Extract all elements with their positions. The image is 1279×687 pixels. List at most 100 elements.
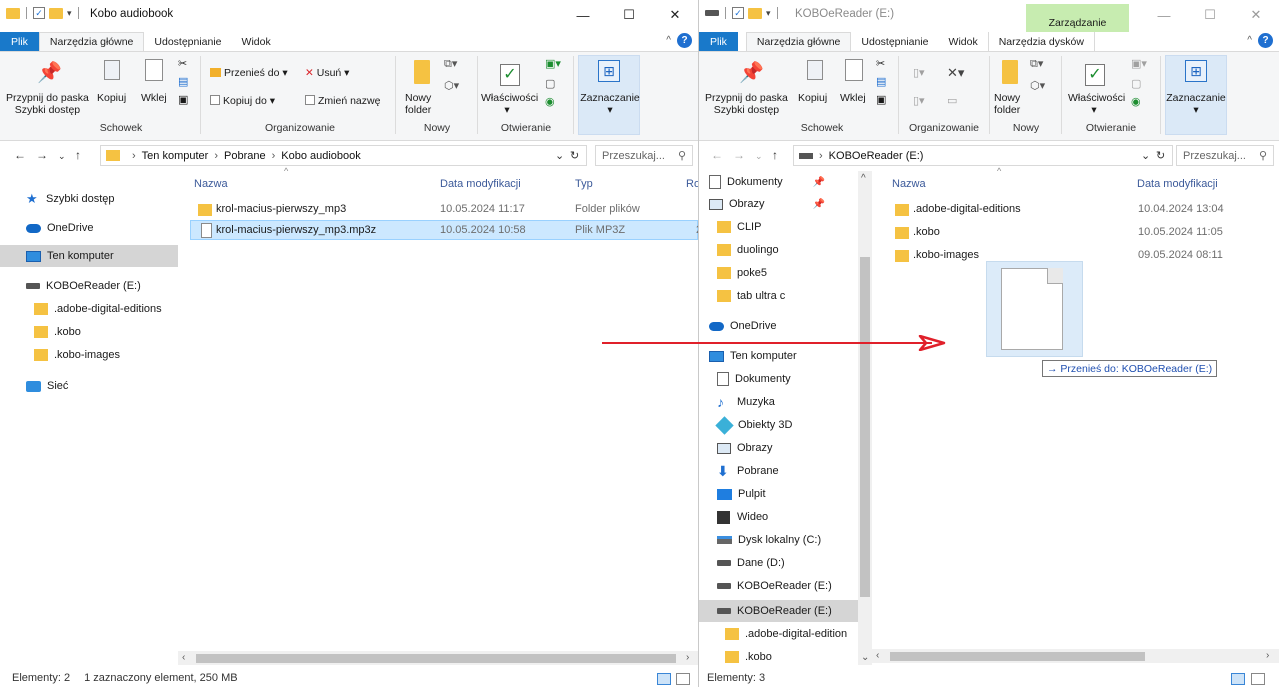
history-icon[interactable]: ◉ (1131, 96, 1141, 108)
nav-vertical-scrollbar[interactable]: ^ ⌄ (858, 171, 872, 665)
address-dropdown-icon[interactable]: ⌄ (555, 149, 564, 162)
properties-button[interactable]: Właściwości ▾ (1068, 92, 1125, 116)
select-button[interactable]: Zaznaczanie ▾ (1166, 92, 1226, 116)
cut-icon[interactable]: ✂ (178, 58, 187, 70)
collapse-ribbon-icon[interactable]: ^ (1247, 35, 1252, 46)
open-icon[interactable]: ▣▾ (1131, 58, 1147, 70)
maximize-icon[interactable]: ☐ (1187, 3, 1233, 27)
move-to-icon[interactable]: ▯▾ (913, 67, 925, 79)
nav-item[interactable]: tab ultra c (717, 285, 785, 307)
nav-item[interactable]: OneDrive (709, 315, 776, 337)
search-input[interactable]: Przeszukaj... ⚲ (1176, 145, 1274, 166)
file-row[interactable]: krol-macius-pierwszy_mp3 10.05.2024 11:1… (190, 200, 698, 220)
breadcrumb-downloads[interactable]: Pobrane (224, 150, 266, 162)
forward-icon[interactable]: → (733, 148, 745, 162)
context-tab-manage[interactable]: Zarządzanie (1026, 4, 1129, 32)
select-button[interactable]: Zaznaczanie ▾ (580, 92, 640, 116)
copy-button[interactable]: Kopiuj (97, 92, 126, 104)
edit-icon[interactable]: ▢ (545, 78, 555, 90)
nav-item[interactable]: KOBOeReader (E:) (717, 575, 832, 597)
easy-access-icon[interactable]: ⬡▾ (444, 80, 459, 92)
nav-item[interactable]: Dysk lokalny (C:) (717, 529, 821, 551)
rename-button[interactable]: Zmień nazwę (305, 95, 380, 107)
nav-network[interactable]: Sieć (26, 375, 68, 397)
nav-item[interactable]: ♪ Muzyka (717, 391, 775, 413)
breadcrumb-koboereader[interactable]: KOBOeReader (E:) (829, 150, 924, 162)
tab-file[interactable]: Plik (699, 32, 738, 51)
tab-share[interactable]: Udostępnianie (144, 32, 231, 51)
nav-item[interactable]: KOBOeReader (E:) (699, 600, 858, 622)
breadcrumb-kobo-audiobook[interactable]: Kobo audiobook (281, 150, 361, 162)
customize-quick-access-icon[interactable]: ▾ (67, 8, 72, 19)
minimize-icon[interactable]: — (560, 3, 606, 27)
history-icon[interactable]: ◉ (545, 96, 555, 108)
pin-quick-access-button[interactable]: Przypnij do paska Szybki dostęp (6, 92, 89, 116)
up-icon[interactable]: ↑ (772, 148, 778, 162)
refresh-icon[interactable]: ↻ (570, 149, 579, 162)
rename-icon[interactable]: ▭ (947, 95, 957, 107)
nav-item[interactable]: Wideo (717, 506, 768, 528)
paste-button[interactable]: Wklej (840, 92, 866, 104)
breadcrumb-this-pc[interactable]: Ten komputer (142, 150, 209, 162)
column-type[interactable]: Typ (575, 178, 593, 190)
column-name[interactable]: Nazwa (194, 178, 228, 190)
tab-share[interactable]: Udostępnianie (851, 32, 938, 51)
column-size[interactable]: Ro (686, 178, 698, 190)
paste-shortcut-icon[interactable]: ▣ (876, 94, 886, 106)
nav-this-pc[interactable]: Ten komputer (0, 245, 178, 267)
nav-item[interactable]: Dokumenty (717, 368, 791, 390)
close-icon[interactable]: ✕ (652, 3, 698, 27)
nav-item[interactable]: duolingo (717, 239, 779, 261)
refresh-icon[interactable]: ↻ (1156, 149, 1165, 162)
new-item-icon[interactable]: ⧉▾ (1030, 58, 1043, 70)
back-icon[interactable]: ← (711, 148, 723, 162)
search-input[interactable]: Przeszukaj... ⚲ (595, 145, 693, 166)
tab-view[interactable]: Widok (939, 32, 988, 51)
new-item-icon[interactable]: ⧉▾ (444, 58, 457, 70)
easy-access-icon[interactable]: ⬡▾ (1030, 80, 1045, 92)
new-folder-button[interactable]: Nowy folder (405, 92, 431, 116)
new-folder-quick-icon[interactable] (49, 7, 63, 19)
nav-onedrive[interactable]: OneDrive (26, 217, 93, 239)
address-bar[interactable]: › Ten komputer › Pobrane › Kobo audioboo… (100, 145, 587, 166)
customize-quick-access-icon[interactable]: ▾ (766, 8, 771, 19)
file-row-selected[interactable]: krol-macius-pierwszy_mp3.mp3z 10.05.2024… (190, 220, 698, 240)
nav-adobe-digital-editions[interactable]: .adobe-digital-editions (34, 298, 162, 320)
pin-quick-access-button[interactable]: Przypnij do paska Szybki dostęp (705, 92, 788, 116)
collapse-ribbon-icon[interactable]: ^ (666, 35, 671, 46)
tab-drive-tools[interactable]: Narzędzia dysków (987, 32, 1095, 51)
back-icon[interactable]: ← (14, 148, 26, 162)
forward-icon[interactable]: → (36, 148, 48, 162)
nav-kobo-images[interactable]: .kobo-images (34, 344, 120, 366)
delete-button[interactable]: ✕ Usuń ▾ (305, 67, 349, 79)
nav-item[interactable]: .adobe-digital-edition (725, 623, 847, 645)
nav-kobo-drive[interactable]: KOBOeReader (E:) (26, 275, 141, 297)
nav-item[interactable]: poke5 (717, 262, 767, 284)
open-icon[interactable]: ▣▾ (545, 58, 561, 70)
close-icon[interactable]: ✕ (1233, 3, 1279, 27)
large-icons-view-icon[interactable] (1251, 673, 1265, 685)
details-view-icon[interactable] (657, 673, 671, 685)
nav-item[interactable]: Dokumenty 📌 (709, 171, 825, 193)
recent-locations-icon[interactable]: ⌄ (755, 151, 763, 162)
minimize-icon[interactable]: — (1141, 3, 1187, 27)
nav-kobo[interactable]: .kobo (34, 321, 81, 343)
file-row[interactable]: .kobo 10.05.2024 11:05 (887, 223, 1277, 243)
copy-button[interactable]: Kopiuj (798, 92, 827, 104)
properties-quick-icon[interactable]: ✓ (732, 7, 744, 19)
nav-item[interactable]: Pulpit (717, 483, 766, 505)
recent-locations-icon[interactable]: ⌄ (58, 151, 66, 162)
nav-item[interactable]: CLIP (717, 216, 761, 238)
address-dropdown-icon[interactable]: ⌄ (1141, 149, 1150, 162)
help-icon[interactable]: ? (677, 33, 692, 48)
new-folder-quick-icon[interactable] (748, 7, 762, 19)
help-icon[interactable]: ? (1258, 33, 1273, 48)
paste-shortcut-icon[interactable]: ▣ (178, 94, 188, 106)
column-name[interactable]: Nazwa (892, 178, 926, 190)
paste-button[interactable]: Wklej (141, 92, 167, 104)
move-to-button[interactable]: Przenieś do ▾ (210, 67, 288, 79)
horizontal-scrollbar[interactable]: ‹ › (872, 649, 1279, 663)
nav-item[interactable]: ⬇ Pobrane (717, 460, 779, 482)
horizontal-scrollbar[interactable]: ‹ › (178, 651, 698, 665)
nav-item[interactable]: Dane (D:) (717, 552, 785, 574)
